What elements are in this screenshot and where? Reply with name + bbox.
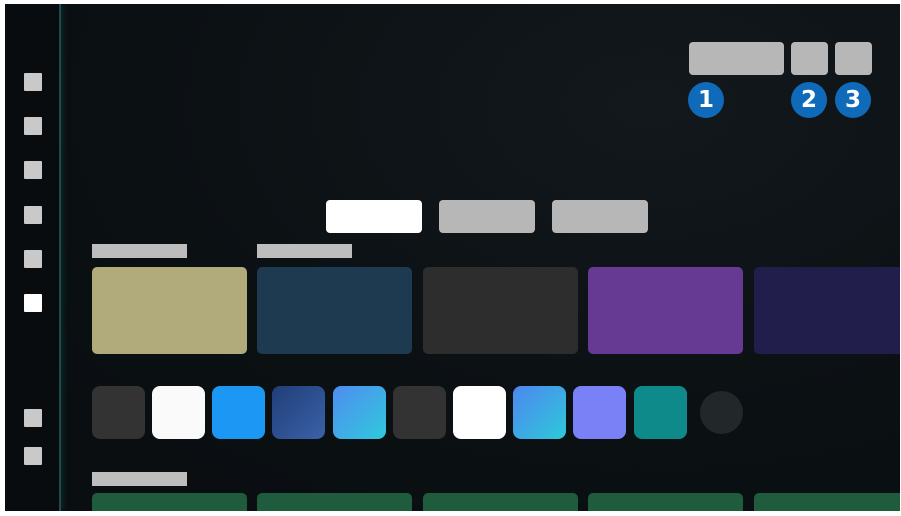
tv-home-screen: 1 2 3 xyxy=(5,4,900,511)
app-tile[interactable] xyxy=(573,386,626,439)
more-apps-button[interactable] xyxy=(700,391,743,434)
sidebar-item-7[interactable] xyxy=(24,409,42,427)
callout-badge-1: 1 xyxy=(688,82,724,118)
bottom-card[interactable] xyxy=(92,493,247,511)
section-label-placeholder xyxy=(92,244,187,258)
sidebar-item-2[interactable] xyxy=(24,117,42,135)
top-button-1[interactable] xyxy=(689,42,784,75)
app-tile[interactable] xyxy=(453,386,506,439)
bottom-card[interactable] xyxy=(588,493,743,511)
tab-2[interactable] xyxy=(439,200,535,233)
content-card[interactable] xyxy=(754,267,900,354)
sidebar-item-5[interactable] xyxy=(24,250,42,268)
sidebar xyxy=(5,4,61,511)
app-tile[interactable] xyxy=(152,386,205,439)
top-button-3[interactable] xyxy=(835,42,872,75)
app-tile[interactable] xyxy=(212,386,265,439)
bottom-card[interactable] xyxy=(257,493,412,511)
content-card[interactable] xyxy=(92,267,247,354)
callout-badge-2: 2 xyxy=(791,82,827,118)
section-label-placeholder xyxy=(257,244,352,258)
sidebar-item-8[interactable] xyxy=(24,447,42,465)
section-label-placeholder xyxy=(92,472,187,486)
app-tile[interactable] xyxy=(513,386,566,439)
app-tile[interactable] xyxy=(393,386,446,439)
app-tile[interactable] xyxy=(634,386,687,439)
top-button-2[interactable] xyxy=(791,42,828,75)
app-tile[interactable] xyxy=(272,386,325,439)
sidebar-item-6-active[interactable] xyxy=(24,294,42,312)
sidebar-item-3[interactable] xyxy=(24,161,42,179)
app-tile[interactable] xyxy=(92,386,145,439)
content-card[interactable] xyxy=(257,267,412,354)
sidebar-item-1[interactable] xyxy=(24,73,42,91)
tab-1-active[interactable] xyxy=(326,200,422,233)
tab-3[interactable] xyxy=(552,200,648,233)
content-card[interactable] xyxy=(423,267,578,354)
callout-badge-3: 3 xyxy=(835,82,871,118)
bottom-card[interactable] xyxy=(423,493,578,511)
sidebar-item-4[interactable] xyxy=(24,206,42,224)
bottom-card[interactable] xyxy=(754,493,900,511)
content-card[interactable] xyxy=(588,267,743,354)
app-tile[interactable] xyxy=(333,386,386,439)
